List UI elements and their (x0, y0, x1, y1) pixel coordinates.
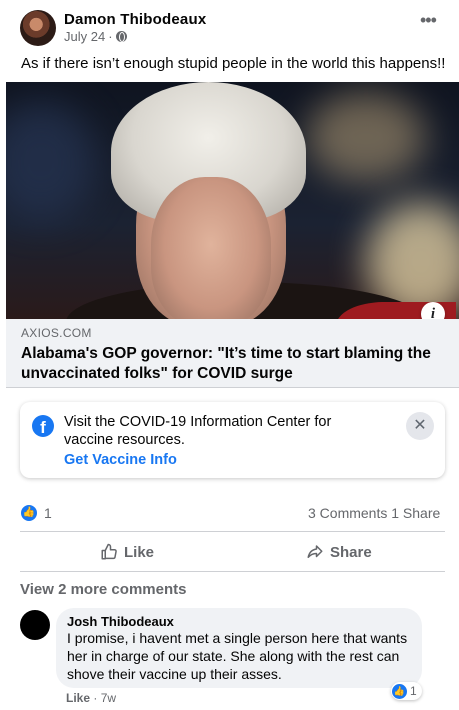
comment-reaction-badge[interactable]: 👍 1 (391, 682, 422, 700)
divider (20, 531, 445, 532)
close-icon[interactable]: ✕ (406, 412, 434, 440)
like-button[interactable]: Like (100, 543, 154, 561)
view-more-comments-link[interactable]: View 2 more comments (20, 581, 186, 598)
link-headline[interactable]: Alabama's GOP governor: "It’s time to st… (21, 344, 446, 384)
like-reaction-icon: 👍 (392, 683, 407, 699)
comment-actions: Like · 7w (66, 691, 116, 705)
like-button-label: Like (124, 543, 155, 561)
comments-count[interactable]: 3 Comments (308, 505, 387, 521)
share-button[interactable]: Share (306, 543, 372, 561)
covid-info-banner: f Visit the COVID-19 Information Center … (20, 402, 445, 478)
post-meta: July 24 · (64, 29, 127, 44)
shares-count[interactable]: 1 Share (391, 505, 440, 521)
post-date[interactable]: July 24 (64, 29, 105, 44)
commenter-avatar[interactable] (20, 610, 50, 640)
commenter-name[interactable]: Josh Thibodeaux (67, 614, 174, 629)
comment-like-button[interactable]: Like (66, 691, 90, 705)
post-stats: 3 Comments 1 Share (308, 505, 440, 521)
like-reaction-icon[interactable]: 👍 (21, 505, 37, 521)
post-author-name[interactable]: Damon Thibodeaux (64, 11, 206, 28)
share-button-label: Share (330, 543, 372, 561)
comment-reaction-count: 1 (410, 684, 417, 698)
comment-actions-separator: · (93, 691, 98, 705)
facebook-logo-icon: f (32, 415, 54, 437)
comment-text: I promise, i havent met a single person … (67, 630, 408, 682)
covid-banner-text: Visit the COVID-19 Information Center fo… (64, 414, 332, 448)
thumbs-up-icon (101, 543, 117, 560)
meta-separator: · (108, 29, 113, 44)
author-avatar[interactable] (20, 10, 56, 46)
more-options-icon[interactable]: ••• (420, 10, 437, 31)
globe-icon (115, 31, 127, 42)
share-arrow-icon (307, 545, 323, 558)
comment-time[interactable]: 7w (101, 691, 116, 705)
divider (20, 571, 445, 572)
link-preview-image[interactable] (6, 82, 459, 319)
link-domain: AXIOS.COM (21, 326, 92, 340)
like-count[interactable]: 1 (44, 505, 52, 521)
link-preview-card[interactable]: AXIOS.COM Alabama's GOP governor: "It’s … (6, 319, 459, 388)
comment-bubble: Josh Thibodeaux I promise, i havent met … (56, 608, 422, 688)
post-text: As if there isn’t enough stupid people i… (21, 55, 446, 72)
get-vaccine-info-link[interactable]: Get Vaccine Info (64, 452, 177, 468)
